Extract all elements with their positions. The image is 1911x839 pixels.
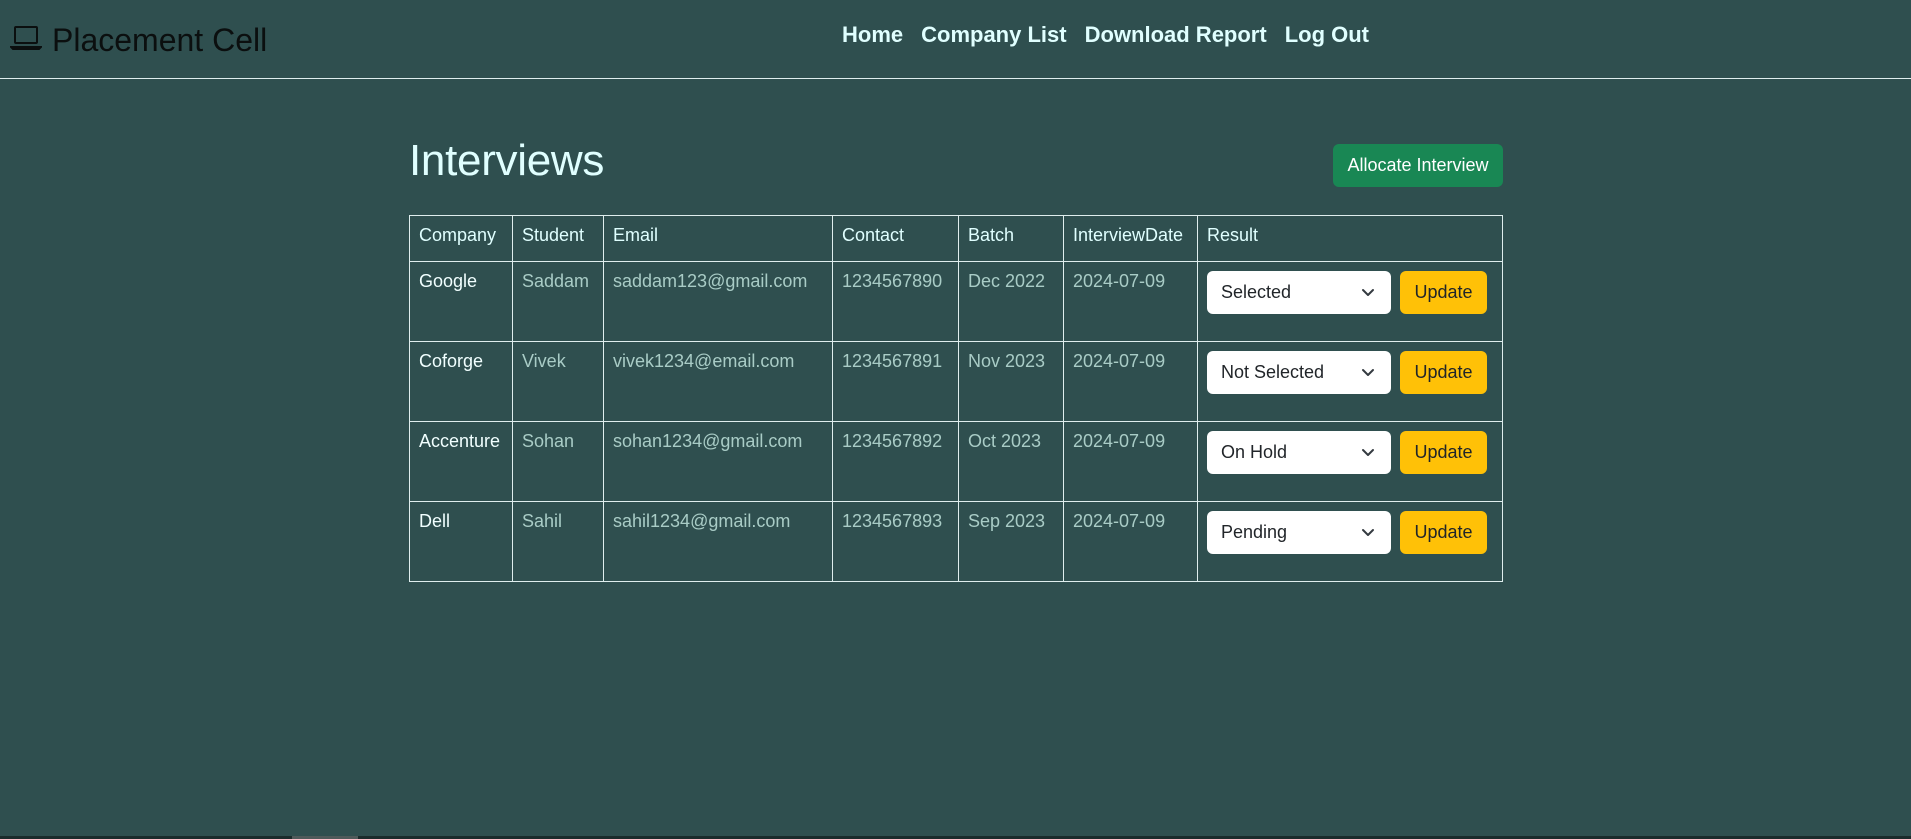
chevron-down-icon <box>1362 529 1374 536</box>
chevron-down-icon <box>1362 449 1374 456</box>
cell-contact: 1234567891 <box>832 341 959 422</box>
header-interview-date: InterviewDate <box>1063 215 1198 262</box>
cell-contact: 1234567890 <box>832 261 959 342</box>
result-select-value: Selected <box>1221 282 1292 302</box>
result-controls: Pending Update <box>1207 511 1493 554</box>
cell-result: On Hold Update <box>1197 421 1503 502</box>
nav-link-company-list[interactable]: Company List <box>921 22 1066 48</box>
cell-student: Vivek <box>512 341 604 422</box>
header-student: Student <box>512 215 604 262</box>
cell-result: Pending Update <box>1197 501 1503 582</box>
result-select[interactable]: Selected <box>1207 271 1391 314</box>
interviews-table: Company Student Email Contact Batch Inte… <box>409 215 1503 582</box>
cell-company: Coforge <box>409 341 513 422</box>
table-row: Accenture Sohan sohan1234@gmail.com 1234567… <box>409 421 1503 502</box>
nav-links: Home Company List Download Report Log Ou… <box>842 22 1369 48</box>
header-batch: Batch <box>958 215 1064 262</box>
page-title: Interviews <box>409 136 605 185</box>
nav-link-download-report[interactable]: Download Report <box>1085 22 1267 48</box>
nav-link-home[interactable]: Home <box>842 22 903 48</box>
header-contact: Contact <box>832 215 959 262</box>
header-company: Company <box>409 215 513 262</box>
result-select[interactable]: Not Selected <box>1207 351 1391 394</box>
result-select-value: Pending <box>1221 522 1288 542</box>
cell-company: Google <box>409 261 513 342</box>
result-controls: Selected Update <box>1207 271 1493 314</box>
brand-title: Placement Cell <box>52 21 268 58</box>
update-button[interactable]: Update <box>1400 431 1487 474</box>
cell-email: sohan1234@gmail.com <box>603 421 833 502</box>
nav-link-log-out[interactable]: Log Out <box>1285 22 1369 48</box>
cell-email: vivek1234@email.com <box>603 341 833 422</box>
chevron-down-icon <box>1362 289 1374 296</box>
cell-company: Dell <box>409 501 513 582</box>
result-controls: Not Selected Update <box>1207 351 1493 394</box>
cell-interview-date: 2024-07-09 <box>1063 501 1198 582</box>
cell-student: Saddam <box>512 261 604 342</box>
header-email: Email <box>603 215 833 262</box>
cell-batch: Dec 2022 <box>958 261 1064 342</box>
result-select-value: Not Selected <box>1221 362 1325 382</box>
cell-batch: Oct 2023 <box>958 421 1064 502</box>
cell-result: Selected Update <box>1197 261 1503 342</box>
update-button[interactable]: Update <box>1400 351 1487 394</box>
update-button[interactable]: Update <box>1400 511 1487 554</box>
update-button[interactable]: Update <box>1400 271 1487 314</box>
cell-interview-date: 2024-07-09 <box>1063 421 1198 502</box>
table-row: Google Saddam saddam123@gmail.com 123456789… <box>409 261 1503 342</box>
table-row: Dell Sahil sahil1234@gmail.com 1234567893 Se… <box>409 501 1503 582</box>
cell-student: Sohan <box>512 421 604 502</box>
brand[interactable]: Placement Cell <box>8 20 268 60</box>
cell-company: Accenture <box>409 421 513 502</box>
cell-contact: 1234567893 <box>832 501 959 582</box>
table-row: Coforge Vivek vivek1234@email.com 123456789… <box>409 341 1503 422</box>
cell-batch: Nov 2023 <box>958 341 1064 422</box>
result-select-value: On Hold <box>1221 442 1288 462</box>
navbar: Placement Cell Home Company List Downloa… <box>0 0 1911 79</box>
result-select[interactable]: On Hold <box>1207 431 1391 474</box>
laptop-icon <box>8 22 44 59</box>
allocate-interview-button[interactable]: Allocate Interview <box>1333 144 1503 187</box>
cell-interview-date: 2024-07-09 <box>1063 261 1198 342</box>
chevron-down-icon <box>1362 369 1374 376</box>
cell-email: saddam123@gmail.com <box>603 261 833 342</box>
cell-email: sahil1234@gmail.com <box>603 501 833 582</box>
table-header-row: Company Student Email Contact Batch Inte… <box>409 215 1503 262</box>
cell-batch: Sep 2023 <box>958 501 1064 582</box>
cell-student: Sahil <box>512 501 604 582</box>
cell-contact: 1234567892 <box>832 421 959 502</box>
cell-result: Not Selected Update <box>1197 341 1503 422</box>
result-controls: On Hold Update <box>1207 431 1493 474</box>
result-select[interactable]: Pending <box>1207 511 1391 554</box>
header-result: Result <box>1197 215 1503 262</box>
cell-interview-date: 2024-07-09 <box>1063 341 1198 422</box>
